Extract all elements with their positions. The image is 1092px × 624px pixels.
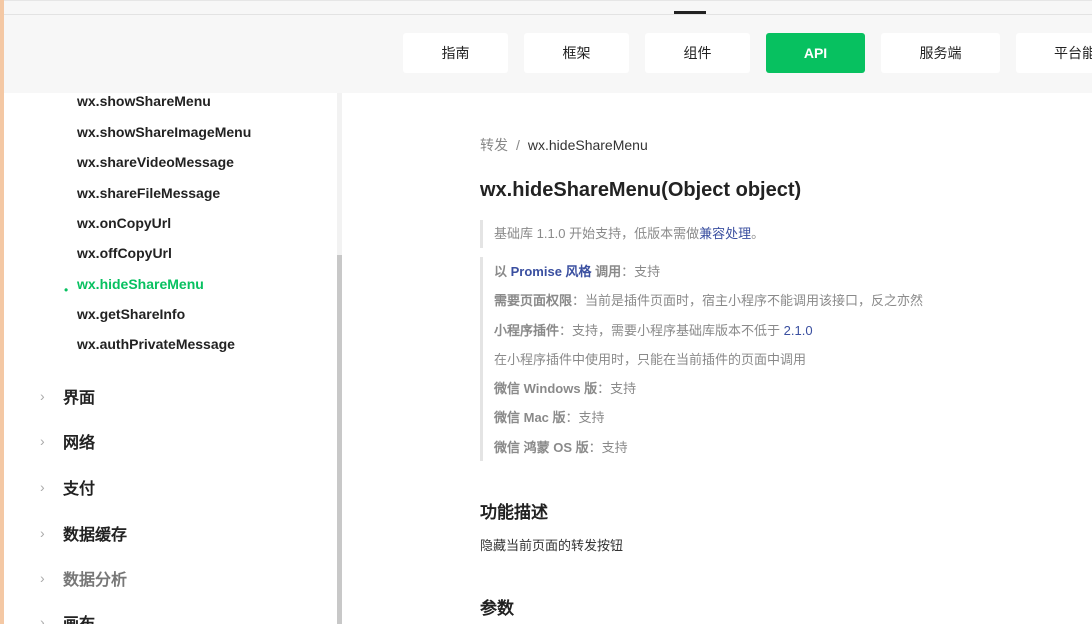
category-label: 网络 xyxy=(63,435,96,452)
promise-support-line: 以 Promise 风格 调用：支持 xyxy=(494,257,1000,286)
sidebar-item-authprivatemessage[interactable]: wx.authPrivateMessage xyxy=(77,336,235,352)
plugin-value: ：支持，需要小程序基础库版本不低于 xyxy=(559,322,784,338)
category-label: 界面 xyxy=(63,390,96,407)
sidebar-item-sharevideomessage[interactable]: wx.shareVideoMessage xyxy=(77,154,234,170)
chevron-right-icon: › xyxy=(40,479,45,495)
promise-call-label: 调用 xyxy=(591,264,622,279)
sidebar-category-analytics[interactable]: › 数据分析 xyxy=(40,566,127,590)
plugin-line: 小程序插件：支持，需要小程序基础库版本不低于 2.1.0 xyxy=(494,316,1000,345)
sidebar-item-hidesharemenu[interactable]: wx.hideShareMenu xyxy=(77,276,204,292)
permission-value: ：当前是插件页面时，宿主小程序不能调用该接口，反之亦然 xyxy=(572,293,924,309)
category-label: 画布 xyxy=(63,610,95,624)
chevron-right-icon: › xyxy=(40,525,45,541)
sidebar-item-getshareinfo[interactable]: wx.getShareInfo xyxy=(77,306,185,322)
support-suffix: 。 xyxy=(751,226,765,241)
category-label: 数据分析 xyxy=(63,572,128,589)
plugin-note-line: 在小程序插件中使用时，只能在当前插件的页面中调用 xyxy=(494,351,807,367)
nav-api-button[interactable]: API xyxy=(766,33,865,73)
permission-label: 需要页面权限 xyxy=(494,293,573,309)
sidebar-category-canvas[interactable]: › 画布 xyxy=(40,610,95,624)
section-title-description: 功能描述 xyxy=(480,503,548,522)
promise-prefix: 以 xyxy=(494,264,511,279)
sidebar-item-showsharemenu[interactable]: wx.showShareMenu xyxy=(77,93,211,109)
breadcrumb-parent-link[interactable]: 转发 xyxy=(480,137,508,153)
active-item-bullet: • xyxy=(64,283,69,297)
category-label: 数据缓存 xyxy=(63,527,128,544)
sidebar-category-ui[interactable]: › 界面 xyxy=(40,384,95,408)
sidebar-item-oncopyurl[interactable]: wx.onCopyUrl xyxy=(77,215,171,231)
breadcrumb-current: wx.hideShareMenu xyxy=(527,137,648,153)
harmony-value: ：支持 xyxy=(588,439,628,455)
chevron-right-icon: › xyxy=(40,388,45,404)
breadcrumb: 转发 / wx.hideShareMenu xyxy=(480,135,648,155)
mac-value: ：支持 xyxy=(565,410,605,426)
plugin-version-link[interactable]: 2.1.0 xyxy=(784,323,813,338)
permission-line: 需要页面权限：当前是插件页面时，宿主小程序不能调用该接口，反之亦然 xyxy=(494,286,1000,315)
harmony-label: 微信 鸿蒙 OS 版 xyxy=(494,439,589,455)
sidebar-item-showshareimagemenu[interactable]: wx.showShareImageMenu xyxy=(77,124,251,140)
breadcrumb-separator: / xyxy=(516,137,520,153)
sidebar-item-sharefilemessage[interactable]: wx.shareFileMessage xyxy=(77,185,220,201)
harmony-support-line: 微信 鸿蒙 OS 版：支持 xyxy=(494,433,1000,462)
chevron-right-icon: › xyxy=(40,433,45,449)
active-tab-indicator xyxy=(674,11,706,14)
promise-value: ：支持 xyxy=(621,264,661,279)
windows-label: 微信 Windows 版 xyxy=(494,381,598,397)
sidebar-category-payment[interactable]: › 支付 xyxy=(40,475,95,499)
compat-link[interactable]: 兼容处理 xyxy=(699,226,751,241)
promise-style-link[interactable]: Promise 风格 xyxy=(511,264,592,279)
mac-support-line: 微信 Mac 版：支持 xyxy=(494,403,1000,432)
support-details: 以 Promise 风格 调用：支持 需要页面权限：当前是插件页面时，宿主小程序… xyxy=(480,257,1000,461)
sidebar-category-network[interactable]: › 网络 xyxy=(40,429,95,453)
nav-guide-button[interactable]: 指南 xyxy=(403,33,508,73)
chevron-right-icon: › xyxy=(40,570,45,586)
support-text: 基础库 1.1.0 开始支持，低版本需做 xyxy=(494,226,700,241)
mac-label: 微信 Mac 版 xyxy=(494,410,566,426)
page-title: wx.hideShareMenu(Object object) xyxy=(480,179,802,201)
category-label: 支付 xyxy=(63,481,96,498)
support-note: 基础库 1.1.0 开始支持，低版本需做兼容处理。 xyxy=(480,220,764,248)
plugin-label: 小程序插件 xyxy=(494,322,560,338)
topbar-divider xyxy=(4,14,1092,15)
windows-support-line: 微信 Windows 版：支持 xyxy=(494,374,1000,403)
nav-platform-button[interactable]: 平台能 xyxy=(1016,33,1092,73)
chevron-right-icon: › xyxy=(40,614,45,624)
description-text: 隐藏当前页面的转发按钮 xyxy=(480,538,624,553)
sidebar-item-offcopyurl[interactable]: wx.offCopyUrl xyxy=(77,245,172,261)
section-title-params: 参数 xyxy=(480,599,514,618)
windows-value: ：支持 xyxy=(597,381,637,397)
nav-components-button[interactable]: 组件 xyxy=(645,33,750,73)
sidebar-category-storage[interactable]: › 数据缓存 xyxy=(40,521,127,545)
nav-server-button[interactable]: 服务端 xyxy=(881,33,1000,73)
nav-framework-button[interactable]: 框架 xyxy=(524,33,629,73)
